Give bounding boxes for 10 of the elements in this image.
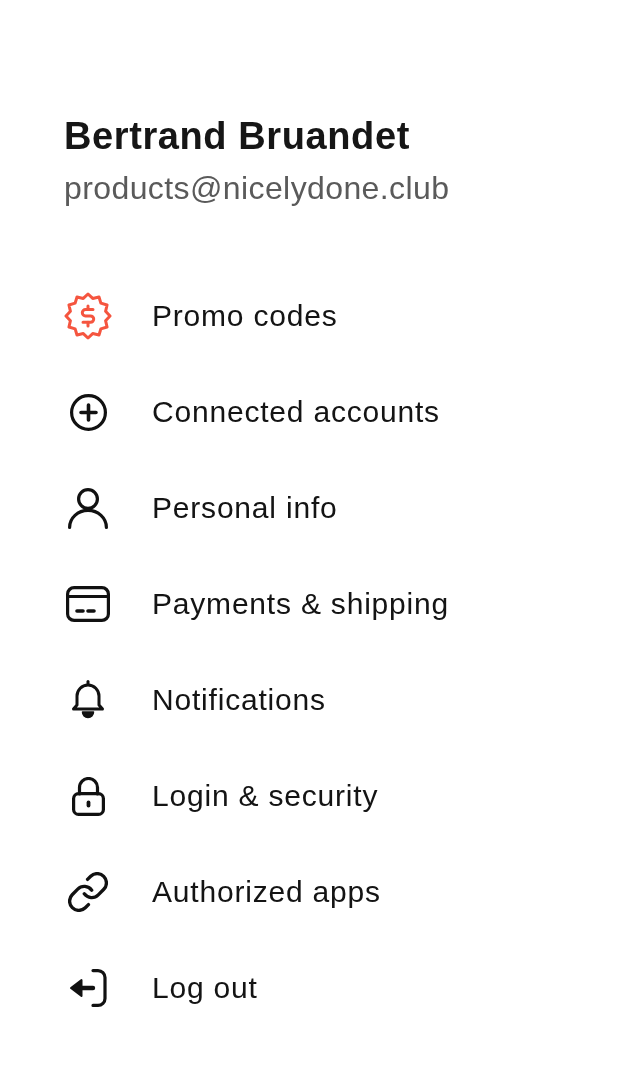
user-email: products@nicelydone.club [64, 169, 450, 208]
menu-item[interactable]: Notifications [64, 652, 326, 748]
menu-item[interactable]: Login & security [64, 748, 379, 844]
menu-item[interactable]: Log out [64, 940, 258, 1036]
menu-item[interactable]: Promo codes [64, 268, 338, 364]
menu-item[interactable]: Personal info [64, 460, 338, 556]
menu-item[interactable]: Connected accounts [64, 364, 440, 460]
menu-item[interactable]: Payments & shipping [64, 556, 450, 652]
menu-item[interactable]: Authorized apps [64, 844, 381, 940]
user-name: Bertrand Bruandet [64, 114, 410, 158]
